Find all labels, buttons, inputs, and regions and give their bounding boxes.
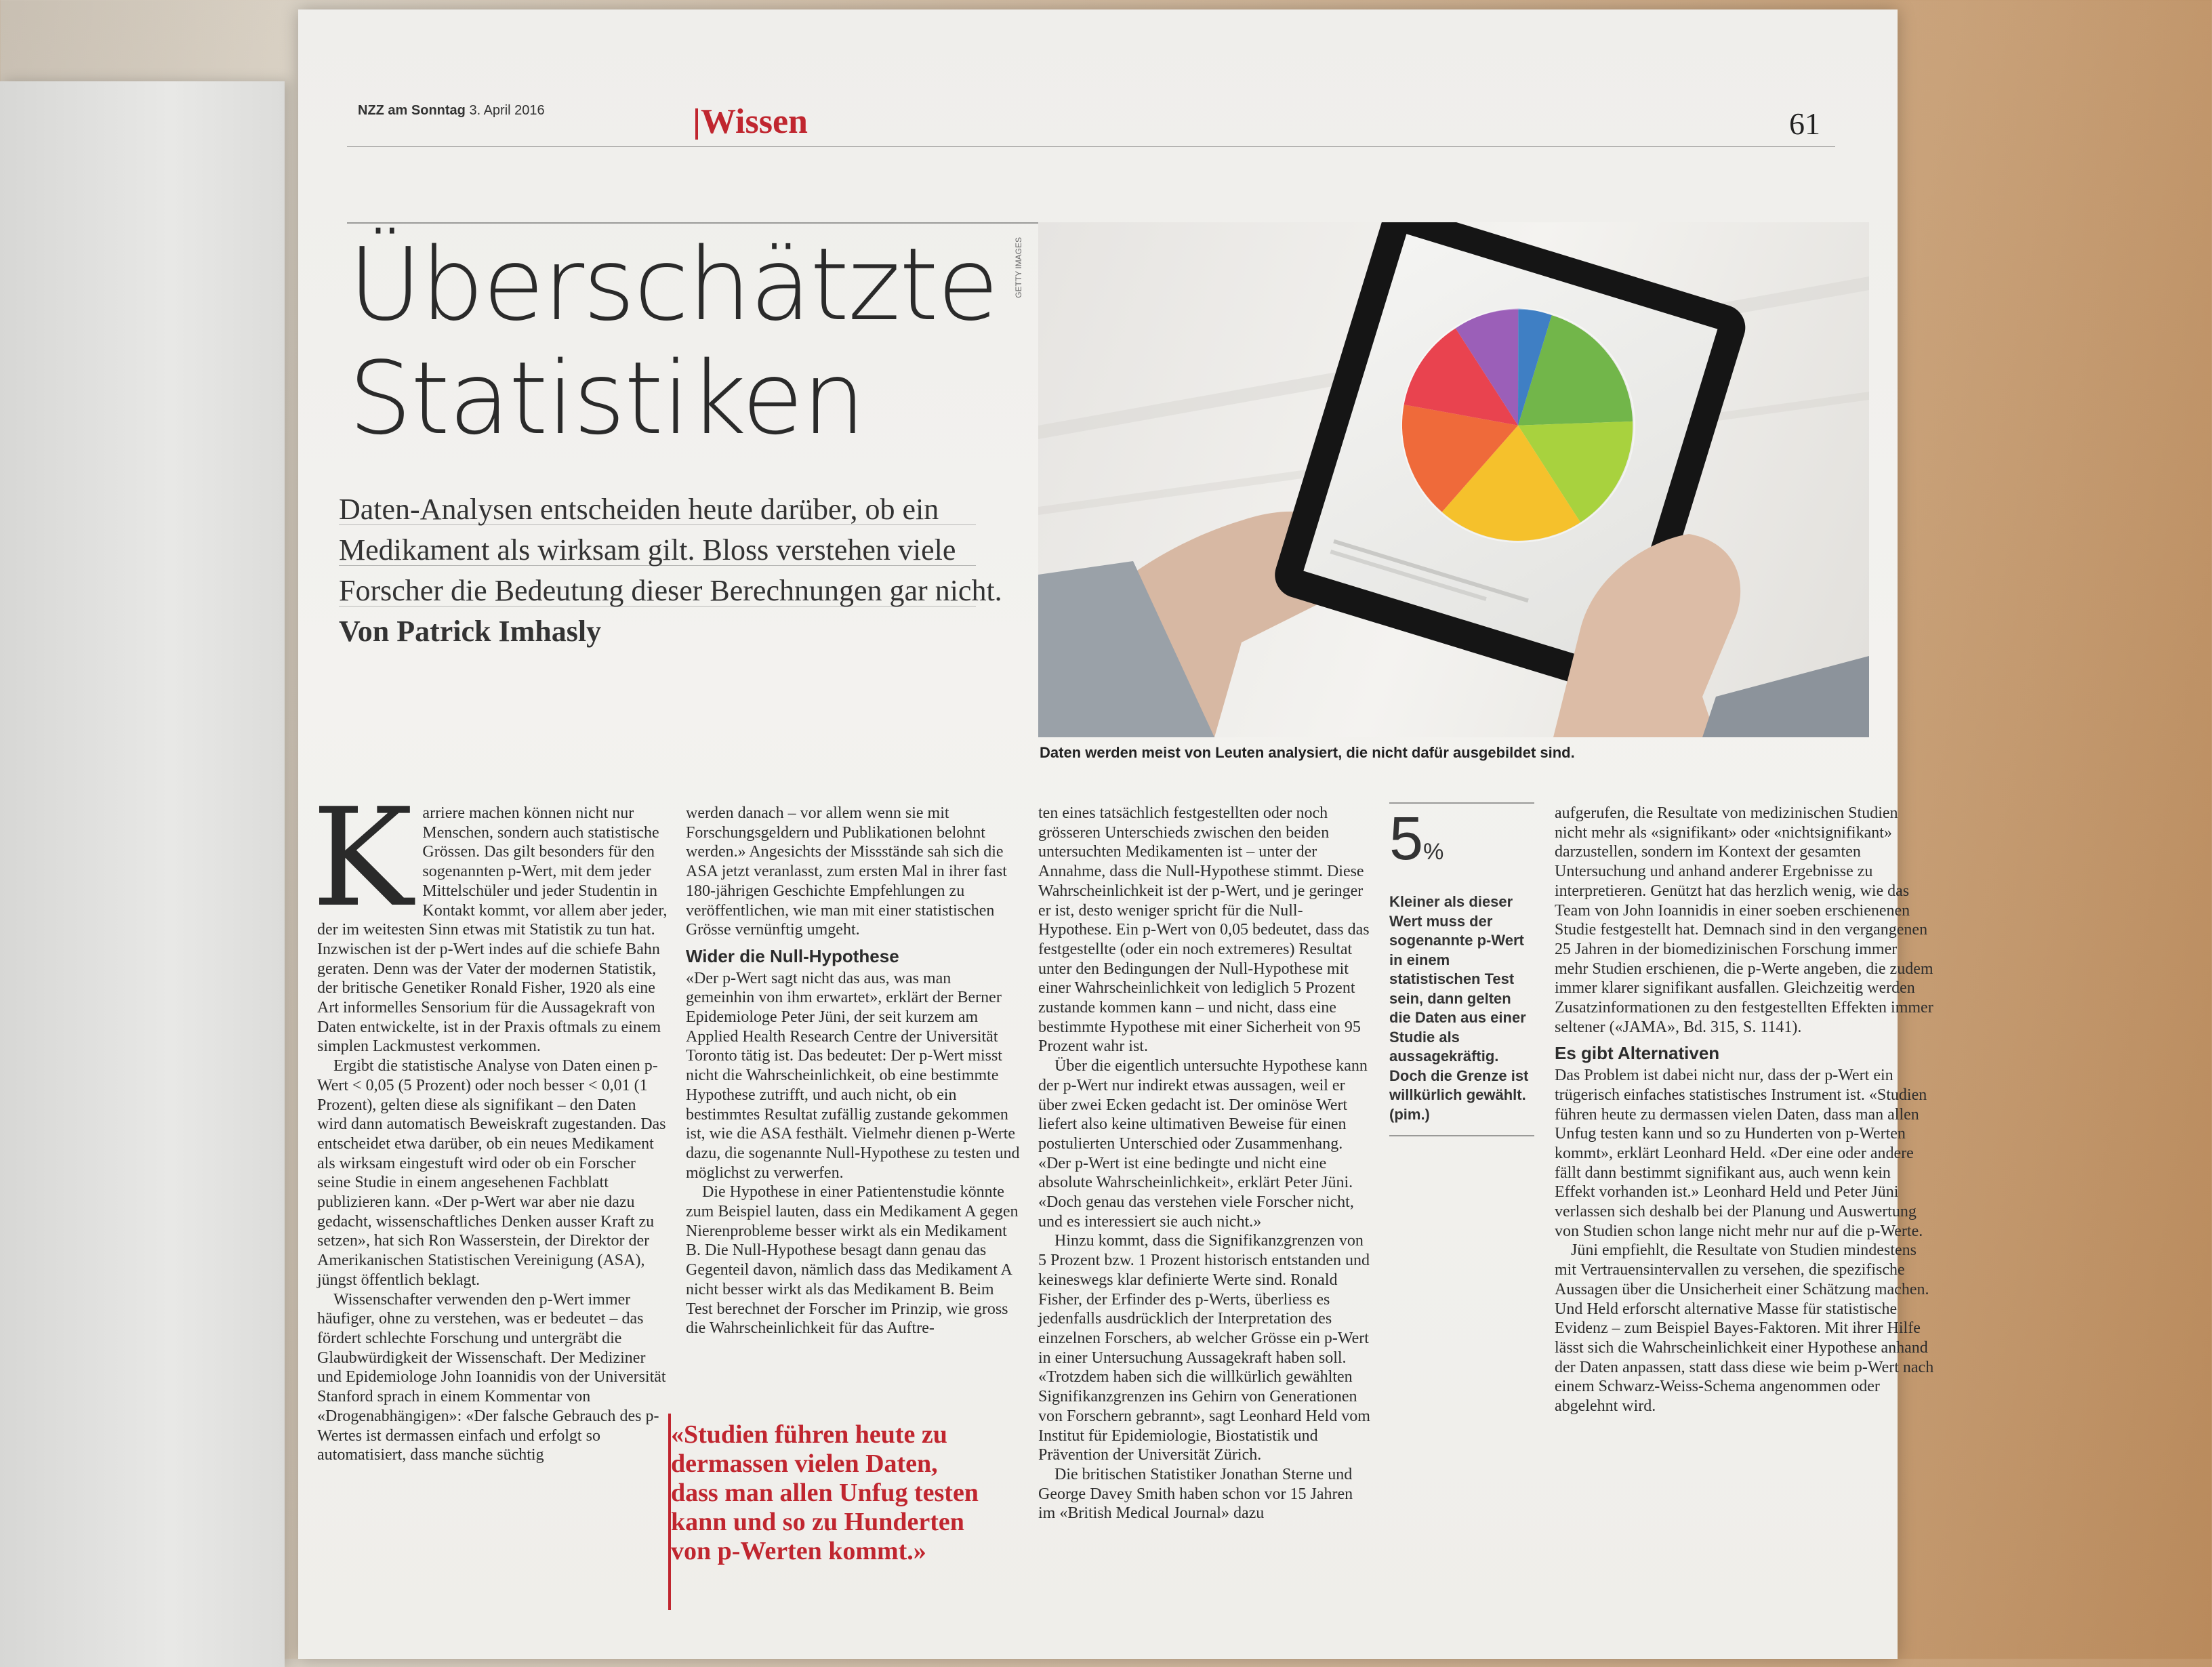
- masthead-paper: NZZ am Sonntag: [358, 103, 466, 118]
- paragraph: Das Problem ist dabei nicht nur, dass de…: [1555, 1067, 1927, 1240]
- article-column-1: K arriere machen können nicht nur Mensch…: [312, 791, 668, 1465]
- paragraph: Hinzu kommt, dass die Signifikanzgrenzen…: [1038, 1232, 1370, 1464]
- factbox-bottom-rule: [1389, 1135, 1534, 1136]
- paragraph: Über die eigentlich untersuchte Hypothes…: [1038, 1057, 1368, 1231]
- paragraph: werden danach – vor allem wenn sie mit F…: [686, 804, 1007, 939]
- fact-number: 5%: [1389, 806, 1534, 884]
- headline: Überschätzte Statistiken: [348, 228, 999, 455]
- fact-value: 5: [1389, 805, 1424, 873]
- paragraph: Wissenschafter verwenden den p-Wert imme…: [317, 1290, 666, 1464]
- left-page-edge: [0, 81, 285, 1667]
- byline: Von Patrick Imhasly: [339, 615, 602, 648]
- header-rule: [347, 146, 1835, 147]
- paragraph: «Der p-Wert sagt nicht das aus, was man …: [686, 969, 1020, 1182]
- paragraph: Die britischen Statistiker Jonathan Ster…: [1038, 1465, 1353, 1523]
- fact-box: 5% Kleiner als dieser Wert muss der soge…: [1389, 802, 1534, 1136]
- masthead: NZZ am Sonntag 3. April 2016: [358, 103, 545, 119]
- paragraph: Jüni empfiehlt, die Resultate von Studie…: [1555, 1241, 1934, 1416]
- article-column-5: aufgerufen, die Resultate von medizinisc…: [1555, 804, 1934, 1416]
- photo-caption: Daten werden meist von Leuten analysiert…: [1040, 744, 1575, 761]
- lead-text: Daten-Analysen entscheiden heute darüber…: [339, 493, 1002, 607]
- paragraph: ten eines tatsächlich festgestellten ode…: [1038, 804, 1370, 1056]
- masthead-date: 3. April 2016: [469, 103, 545, 118]
- drop-cap: K: [312, 779, 413, 937]
- headline-line-2: Statistiken: [348, 340, 865, 457]
- tablet-photo: [1038, 222, 1869, 737]
- factbox-top-rule: [1389, 802, 1534, 804]
- article-column-3: ten eines tatsächlich festgestellten ode…: [1038, 804, 1372, 1523]
- tablet-illustration: [1038, 222, 1869, 737]
- paragraph: Ergibt die statistische Analyse von Date…: [317, 1057, 666, 1289]
- fact-unit: %: [1423, 839, 1444, 865]
- section-label: Wissen: [701, 102, 808, 141]
- paragraph: Die Hypothese in einer Patientenstudie k…: [686, 1183, 1019, 1338]
- page-number: 61: [1789, 106, 1820, 141]
- headline-line-1: Überschätzte: [348, 226, 999, 343]
- paragraph: aufgerufen, die Resultate von medizinisc…: [1555, 804, 1933, 1036]
- lead-paragraph: Daten-Analysen entscheiden heute darüber…: [339, 489, 1010, 652]
- article-column-2: werden danach – vor allem wenn sie mit F…: [686, 804, 1021, 1338]
- fact-text: Kleiner als dieser Wert muss der sogenan…: [1389, 893, 1529, 1123]
- photo-credit: GETTY IMAGES: [1014, 237, 1023, 298]
- subheading: Es gibt Alternativen: [1555, 1043, 1720, 1064]
- subheading: Wider die Null-Hypothese: [686, 945, 899, 966]
- pullquote: «Studien führen heute zu dermassen viele…: [671, 1420, 979, 1565]
- section-bar: [695, 108, 698, 140]
